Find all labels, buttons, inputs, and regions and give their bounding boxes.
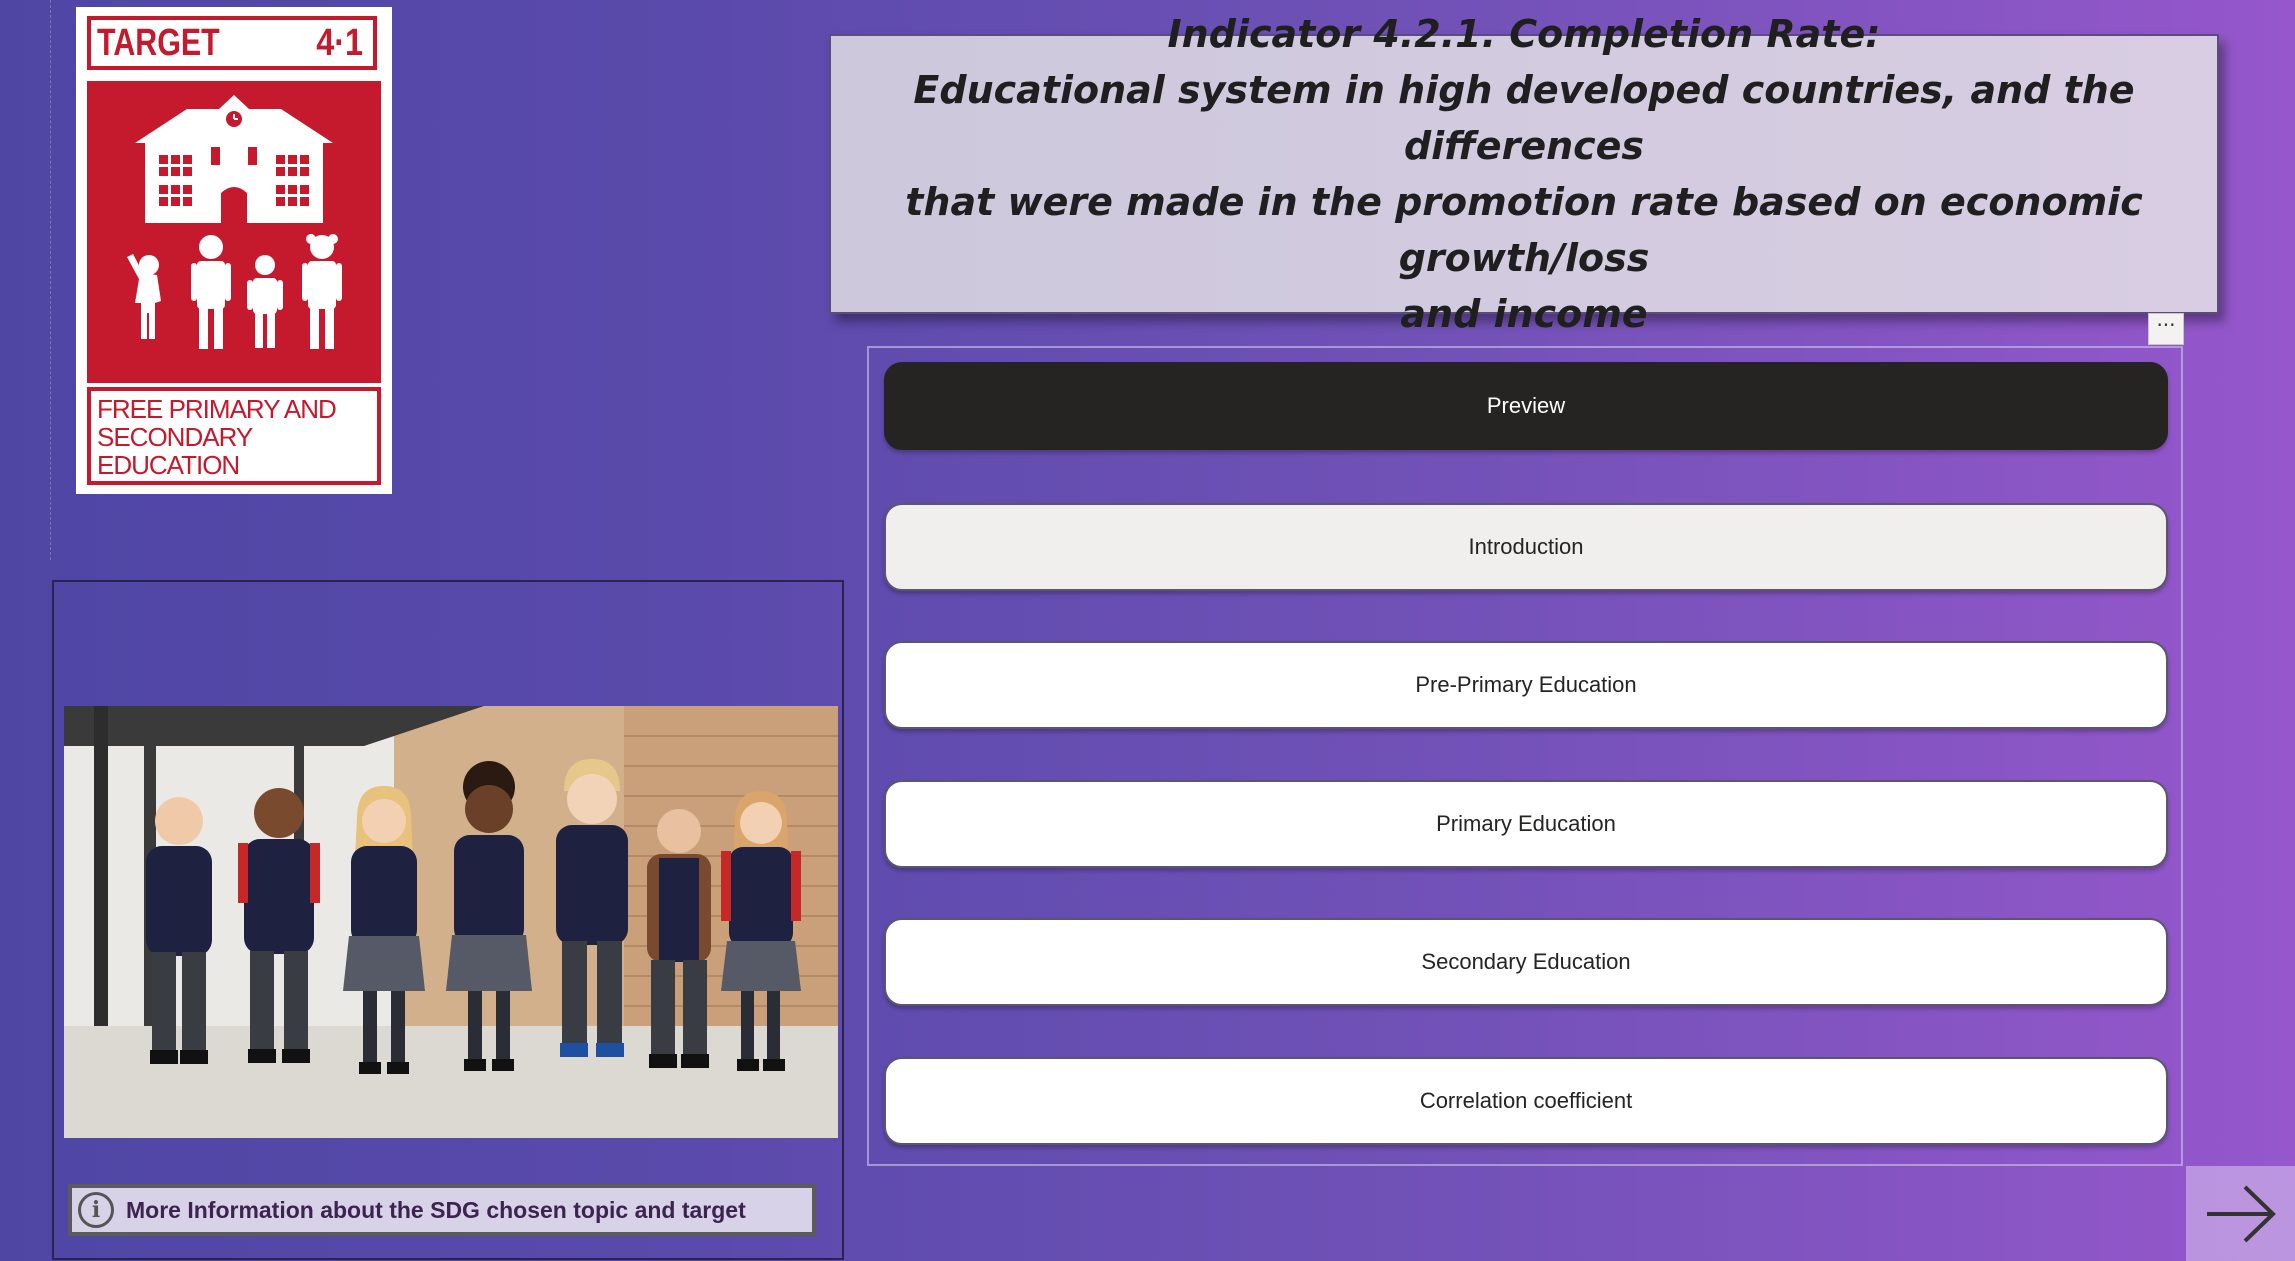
more-options-button[interactable]: ··· <box>2148 313 2184 345</box>
nav-button-secondary-education[interactable]: Secondary Education <box>884 918 2168 1006</box>
sdg-target-label: TARGET <box>97 22 220 64</box>
sdg-target-number: 4·1 <box>316 22 363 64</box>
nav-button-correlation-coefficient[interactable]: Correlation coefficient <box>884 1057 2168 1145</box>
more-info-button[interactable]: i More Information about the SDG chosen … <box>68 1184 816 1236</box>
title-line: that were made in the promotion rate bas… <box>905 180 2143 280</box>
nav-button-primary-education[interactable]: Primary Education <box>884 780 2168 868</box>
next-page-button[interactable] <box>2186 1166 2295 1261</box>
title-line: and income <box>1400 292 1648 336</box>
nav-button-introduction[interactable]: Introduction <box>884 503 2168 591</box>
sdg-caption-line: EDUCATION <box>97 450 240 480</box>
more-info-label: More Information about the SDG chosen to… <box>126 1196 746 1223</box>
nav-button-pre-primary-education[interactable]: Pre-Primary Education <box>884 641 2168 729</box>
photo-panel: i More Information about the SDG chosen … <box>52 580 844 1260</box>
sdg-target-header: TARGET 4·1 <box>87 16 377 70</box>
schoolchildren-photo <box>64 706 838 1138</box>
sdg-target-caption: FREE PRIMARY AND SECONDARY EDUCATION <box>87 387 381 485</box>
school-children-icon <box>87 81 381 383</box>
nav-button-preview[interactable]: Preview <box>884 362 2168 450</box>
report-title: Indicator 4.2.1. Completion Rate: Educat… <box>829 12 2219 336</box>
info-icon: i <box>78 1192 114 1228</box>
arrow-right-icon <box>2206 1185 2276 1242</box>
sdg-caption-line: FREE PRIMARY AND <box>97 394 337 424</box>
canvas-guide-line <box>50 0 51 560</box>
sdg-target-badge: TARGET 4·1 FREE PRIMARY AND SECONDARY ED… <box>76 7 392 494</box>
title-line: Indicator 4.2.1. Completion Rate: <box>1167 12 1881 56</box>
sdg-caption-line: SECONDARY <box>97 422 253 452</box>
navigator-panel: Preview Introduction Pre-Primary Educati… <box>867 346 2183 1166</box>
title-line: Educational system in high developed cou… <box>913 68 2135 168</box>
